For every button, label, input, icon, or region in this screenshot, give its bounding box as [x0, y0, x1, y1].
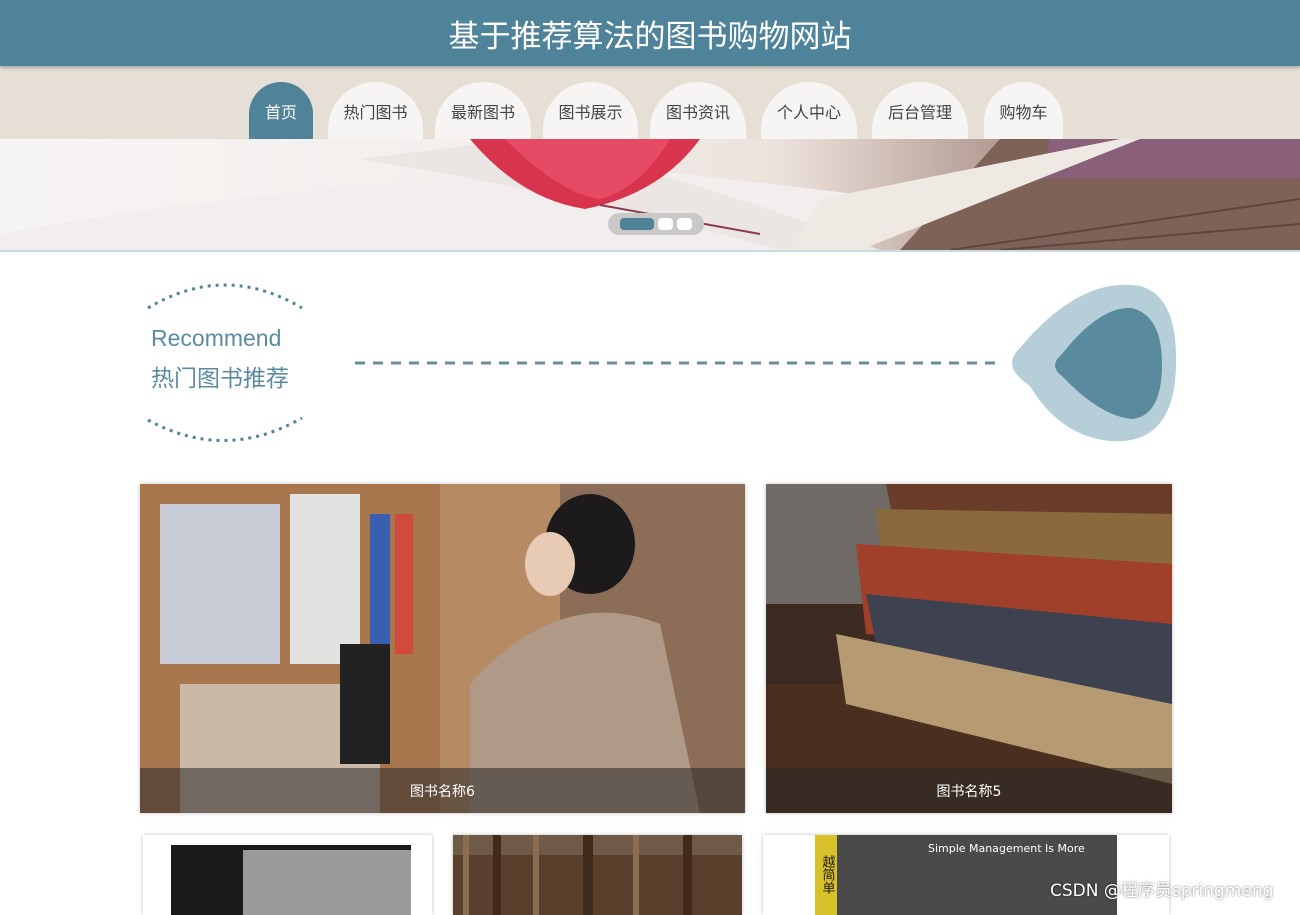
book-cover: 越简单 Simple Management Is More — [815, 835, 1117, 915]
nav-item-home[interactable]: 首页 — [249, 82, 313, 139]
book-photo — [766, 484, 1172, 813]
book-photo — [453, 835, 742, 915]
book-card[interactable]: 图书名称6 — [140, 484, 745, 813]
nav-item-book-news[interactable]: 图书资讯 — [650, 82, 746, 139]
nav-item-cart[interactable]: 购物车 — [984, 82, 1063, 139]
nav-item-admin[interactable]: 后台管理 — [872, 82, 968, 139]
section-title-en: Recommend — [151, 325, 282, 351]
nav-item-hot-books[interactable]: 热门图书 — [328, 82, 423, 139]
book-card[interactable]: 越简单 Simple Management Is More — [763, 835, 1169, 915]
carousel-dot-3[interactable] — [677, 218, 692, 230]
nav-item-book-display[interactable]: 图书展示 — [543, 82, 638, 139]
main-nav: 首页 热门图书 最新图书 图书展示 图书资讯 个人中心 后台管理 购物车 — [0, 66, 1300, 139]
book-title: 图书名称6 — [140, 768, 745, 813]
site-header: 基于推荐算法的图书购物网站 — [0, 0, 1300, 66]
book-card[interactable]: 图书名称5 — [766, 484, 1172, 813]
watermark: CSDN @程序员springmeng — [1050, 881, 1274, 901]
book-title: 图书名称5 — [766, 768, 1172, 813]
section-title-cn: 热门图书推荐 — [151, 366, 289, 392]
site-title: 基于推荐算法的图书购物网站 — [448, 18, 852, 55]
nav-item-user-center[interactable]: 个人中心 — [761, 82, 857, 139]
cover-text-main: Simple Management Is More — [928, 842, 1085, 855]
carousel-dot-2[interactable] — [658, 218, 673, 230]
nav-item-new-books[interactable]: 最新图书 — [435, 82, 531, 139]
play-arrow-icon[interactable] — [340, 276, 1185, 446]
book-card[interactable] — [143, 835, 432, 915]
book-cover — [171, 845, 411, 915]
carousel-indicators — [608, 213, 704, 235]
carousel-dot-1[interactable] — [620, 218, 654, 230]
cover-text-cn: 越简单 — [820, 855, 836, 894]
book-card[interactable] — [453, 835, 742, 915]
banner-divider — [0, 250, 1300, 252]
book-photo — [140, 484, 745, 813]
